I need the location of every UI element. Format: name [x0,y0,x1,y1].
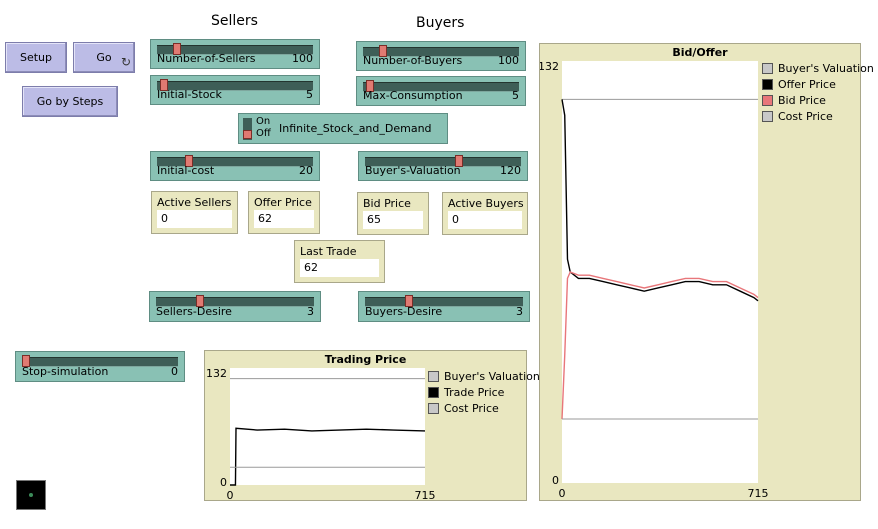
buyers-header: Buyers [416,15,465,31]
slider-value: 100 [292,52,313,65]
legend-item: Buyer's Valuation [428,369,540,385]
trading-price-plot: Trading Price 132 0 0 715 Buyer's Valuation… [204,350,540,502]
legend-label: Cost Price [778,110,833,123]
monitor-label: Bid Price [363,197,411,210]
go-by-steps-label: Go by Steps [36,95,104,108]
buyers-desire-slider[interactable]: Buyers-Desire 3 [358,291,530,322]
switch-off-label: Off [256,128,271,139]
legend-item: Buyer's Valuation [762,61,874,77]
plot-legend: Buyer's Valuation Trade Price Cost Price [428,369,540,417]
slider-value: 3 [516,305,523,318]
slider-label: Sellers-Desire [156,305,232,318]
stop-simulation-slider[interactable]: Stop-simulation 0 [15,351,185,382]
slider-label: Max-Consumption [363,89,463,102]
slider-label: Stop-simulation [22,365,109,378]
legend-label: Bid Price [778,94,826,107]
setup-button-label: Setup [19,51,53,64]
legend-swatch [762,95,773,106]
monitor-value: 65 [363,211,423,229]
legend-label: Offer Price [778,78,836,91]
legend-item: Offer Price [762,77,874,93]
x-tick-label: 715 [748,487,769,500]
legend-label: Buyer's Valuation [778,62,874,75]
bid-offer-plot: Bid/Offer 132 0 0 715 Buyer's Valuation Offe… [539,43,874,501]
plot-area [562,61,758,483]
go-button-label: Go [96,51,112,64]
forever-icon: ↻ [120,55,131,69]
slider-label: Number-of-Buyers [363,54,463,67]
go-by-steps-button[interactable]: Go by Steps [22,86,118,117]
x-tick-label: 0 [227,489,234,502]
slider-value: 20 [299,164,313,177]
go-button[interactable]: Go ↻ [73,42,135,73]
slider-label: Initial-Stock [157,88,222,101]
turtle-dot [29,493,33,497]
slider-label: Buyer's-Valuation [365,164,461,177]
monitor-value: 0 [448,211,522,229]
slider-label: Initial-cost [157,164,215,177]
slider-value: 0 [171,365,178,378]
legend-swatch [428,371,439,382]
infinite-stock-switch[interactable]: On Off Infinite_Stock_and_Demand [238,113,448,144]
world-view[interactable] [16,480,46,510]
monitor-value: 62 [300,259,379,277]
legend-label: Cost Price [444,402,499,415]
legend-item: Cost Price [762,109,874,125]
monitor-label: Active Sellers [157,196,232,209]
slider-label: Number-of-Sellers [157,52,256,65]
legend-label: Buyer's Valuation [444,370,540,383]
monitor-label: Active Buyers [448,197,524,210]
legend-item: Trade Price [428,385,540,401]
sellers-header: Sellers [211,13,258,29]
number-of-sellers-slider[interactable]: Number-of-Sellers 100 [150,39,320,69]
slider-value: 120 [500,164,521,177]
offer-price-monitor: Offer Price 62 [248,191,320,234]
initial-cost-slider[interactable]: Initial-cost 20 [150,151,320,181]
last-trade-price-monitor: Last Trade Price 62 [294,240,385,283]
legend-item: Cost Price [428,401,540,417]
slider-value: 5 [306,88,313,101]
setup-button[interactable]: Setup [5,42,67,73]
active-buyers-monitor: Active Buyers 0 [442,192,528,235]
max-consumption-slider[interactable]: Max-Consumption 5 [356,76,526,106]
legend-swatch [428,387,439,398]
legend-item: Bid Price [762,93,874,109]
legend-swatch [762,63,773,74]
buyers-valuation-slider[interactable]: Buyer's-Valuation 120 [358,151,528,181]
sellers-desire-slider[interactable]: Sellers-Desire 3 [149,291,321,322]
slider-label: Buyers-Desire [365,305,443,318]
switch-on-label: On [256,116,271,127]
switch-label: Infinite_Stock_and_Demand [279,122,432,135]
active-sellers-monitor: Active Sellers 0 [151,191,238,234]
monitor-value: 0 [157,210,232,228]
switch-knob[interactable] [243,130,252,139]
slider-value: 5 [512,89,519,102]
legend-swatch [428,403,439,414]
y-tick-label: 132 [206,367,227,380]
slider-value: 100 [498,54,519,67]
number-of-buyers-slider[interactable]: Number-of-Buyers 100 [356,41,526,71]
initial-stock-slider[interactable]: Initial-Stock 5 [150,75,320,105]
y-tick-label: 132 [540,60,559,73]
y-tick-label: 0 [552,474,559,487]
slider-value: 3 [307,305,314,318]
legend-swatch [762,79,773,90]
plot-legend: Buyer's Valuation Offer Price Bid Price Cos… [762,61,874,125]
x-tick-label: 0 [559,487,566,500]
monitor-label: Offer Price [254,196,312,209]
x-tick-label: 715 [415,489,436,502]
monitor-value: 62 [254,210,314,228]
bid-price-monitor: Bid Price 65 [357,192,429,235]
y-tick-label: 0 [220,476,227,489]
legend-label: Trade Price [444,386,505,399]
legend-swatch [762,111,773,122]
